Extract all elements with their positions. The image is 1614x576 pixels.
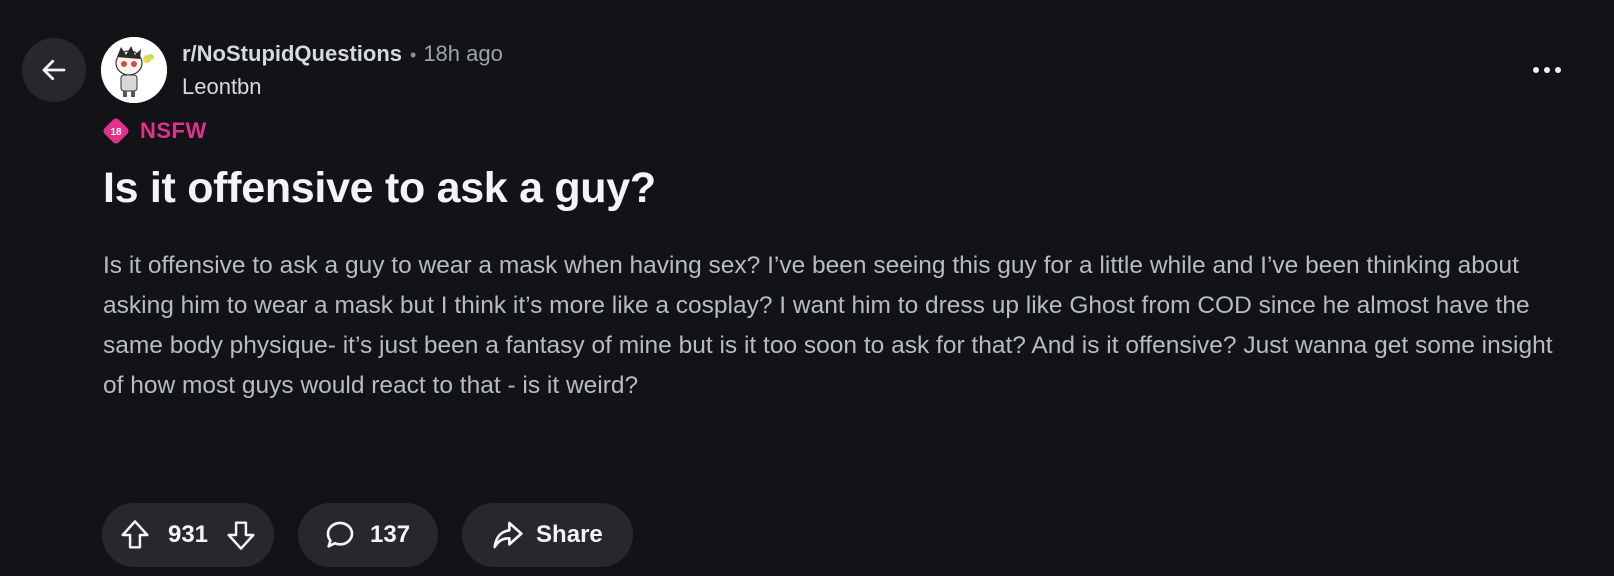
avatar-image xyxy=(101,37,167,103)
author-username[interactable]: Leontbn xyxy=(182,73,503,101)
upvote-button[interactable] xyxy=(118,518,152,552)
share-label: Share xyxy=(536,521,603,548)
comment-count: 137 xyxy=(370,521,411,548)
back-button[interactable] xyxy=(22,38,86,102)
more-horizontal-icon xyxy=(1533,67,1561,73)
post-body: Is it offensive to ask a guy to wear a m… xyxy=(103,252,1553,399)
vote-count: 931 xyxy=(167,521,209,548)
post-meta-row: r/NoStupidQuestions • 18h ago xyxy=(182,40,503,69)
speech-bubble-icon xyxy=(326,521,354,548)
subreddit-link[interactable]: r/NoStupidQuestions xyxy=(182,40,402,68)
more-options-button[interactable] xyxy=(1527,55,1567,85)
post-action-bar: 931 137 Share xyxy=(102,503,633,567)
arrow-left-icon xyxy=(42,59,66,81)
post-title: Is it offensive to ask a guy? xyxy=(103,164,656,212)
share-button[interactable]: Share xyxy=(462,503,633,567)
nsfw-18-icon: 18 xyxy=(102,117,130,145)
meta-separator: • xyxy=(410,45,417,65)
author-avatar[interactable] xyxy=(101,37,167,103)
arrow-down-icon xyxy=(227,521,255,550)
nsfw-tag: 18 NSFW xyxy=(102,117,207,145)
share-arrow-icon xyxy=(493,521,523,549)
nsfw-label: NSFW xyxy=(140,118,207,143)
vote-control: 931 xyxy=(102,503,274,567)
post-meta: r/NoStupidQuestions • 18h ago Leontbn xyxy=(182,40,503,101)
comments-button[interactable]: 137 xyxy=(298,503,439,567)
nsfw-badge-number: 18 xyxy=(110,127,122,138)
post-timestamp: 18h ago xyxy=(423,41,503,66)
arrow-up-icon xyxy=(121,520,149,549)
downvote-button[interactable] xyxy=(224,518,258,552)
